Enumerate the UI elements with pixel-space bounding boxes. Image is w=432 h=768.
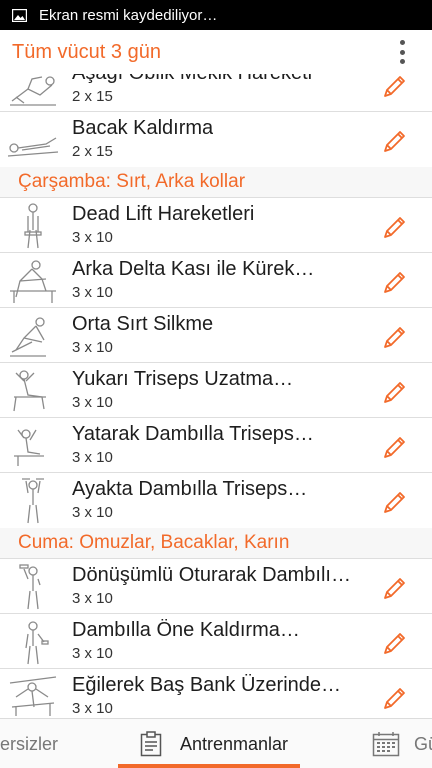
exercise-figure-icon <box>25 621 49 665</box>
edit-pencil-icon[interactable] <box>380 322 410 352</box>
exercise-figure-icon <box>19 564 41 610</box>
clipboard-icon <box>140 731 162 757</box>
exercise-sets: 2 x 15 <box>72 88 113 105</box>
tab-calendar[interactable]: Gü <box>372 719 432 768</box>
status-bar: Ekran resmi kaydediliyor… <box>0 0 432 30</box>
exercise-sets: 3 x 10 <box>72 394 113 411</box>
exercise-sets: 3 x 10 <box>72 645 113 662</box>
exercise-figure-icon <box>13 370 46 412</box>
exercise-figure-icon <box>7 137 59 157</box>
calendar-icon <box>372 732 400 757</box>
edit-pencil-icon[interactable] <box>380 432 410 462</box>
edit-pencil-icon[interactable] <box>380 126 410 156</box>
tab-exercises[interactable]: ersizler <box>0 719 58 768</box>
edit-pencil-icon[interactable] <box>380 487 410 517</box>
exercise-figure-icon <box>14 429 44 466</box>
list-item[interactable]: Ayakta Dambılla Triseps… 3 x 10 <box>0 472 432 527</box>
exercise-sets: 3 x 10 <box>72 590 113 607</box>
edit-pencil-icon[interactable] <box>380 377 410 407</box>
exercise-name: Orta Sırt Silkme <box>72 313 214 335</box>
exercise-name: Yatarak Dambılla Triseps… <box>72 423 314 445</box>
exercise-name: Arka Delta Kası ile Kürek… <box>72 258 315 280</box>
exercise-name: Ayakta Dambılla Triseps… <box>72 478 308 500</box>
active-tab-indicator <box>118 764 300 768</box>
tab-label: Gü <box>414 733 432 754</box>
exercise-sets: 2 x 15 <box>72 143 113 160</box>
workout-list[interactable]: Aşağı Oblik Mekik Hareketi 2 x 15 Bacak … <box>0 56 432 716</box>
exercise-sets: 3 x 10 <box>72 229 113 246</box>
edit-pencil-icon[interactable] <box>380 267 410 297</box>
list-item[interactable]: Yukarı Triseps Uzatma… 3 x 10 <box>0 362 432 417</box>
exercise-sets: 3 x 10 <box>72 449 113 466</box>
edit-pencil-icon[interactable] <box>380 683 410 713</box>
tab-label: Antrenmanlar <box>180 733 289 754</box>
exercise-name: Dead Lift Hareketleri <box>72 203 255 225</box>
edit-pencil-icon[interactable] <box>380 573 410 603</box>
exercise-sets: 3 x 10 <box>72 504 113 521</box>
more-vert-icon[interactable] <box>394 38 410 66</box>
tab-label: ersizler <box>0 733 59 754</box>
app-bar: Tüm vücut 3 gün <box>0 30 432 74</box>
list-item[interactable]: Eğilerek Baş Bank Üzerinde… 3 x 10 <box>0 668 432 716</box>
exercise-figure-icon <box>9 676 57 716</box>
exercise-figure-icon <box>10 260 56 303</box>
edit-pencil-icon[interactable] <box>380 628 410 658</box>
tab-workouts[interactable]: Antrenmanlar <box>140 719 288 768</box>
exercise-name: Eğilerek Baş Bank Üzerinde… <box>72 674 342 696</box>
exercise-name: Dönüşümlü Oturarak Dambılı… <box>72 564 351 586</box>
exercise-name: Bacak Kaldırma <box>72 117 214 139</box>
list-item[interactable]: Orta Sırt Silkme 3 x 10 <box>0 307 432 362</box>
list-item[interactable]: Yatarak Dambılla Triseps… 3 x 10 <box>0 417 432 472</box>
exercise-figure-icon <box>22 478 44 524</box>
list-item[interactable]: Bacak Kaldırma 2 x 15 <box>0 111 432 166</box>
status-text: Ekran resmi kaydediliyor… <box>39 6 218 24</box>
list-item[interactable]: Arka Delta Kası ile Kürek… 3 x 10 <box>0 252 432 307</box>
page-title: Tüm vücut 3 gün <box>12 40 161 63</box>
exercise-name: Yukarı Triseps Uzatma… <box>72 368 294 390</box>
edit-pencil-icon[interactable] <box>380 212 410 242</box>
exercise-figure-icon <box>10 317 46 357</box>
image-icon <box>12 8 27 22</box>
exercise-name: Dambılla Öne Kaldırma… <box>72 619 300 641</box>
list-item[interactable]: Dead Lift Hareketleri 3 x 10 <box>0 197 432 252</box>
exercise-figure-icon <box>24 203 42 249</box>
exercise-sets: 3 x 10 <box>72 339 113 356</box>
list-item[interactable]: Dambılla Öne Kaldırma… 3 x 10 <box>0 613 432 668</box>
exercise-sets: 3 x 10 <box>72 700 113 716</box>
bottom-navigation: ersizler Antrenmanlar Gü <box>0 718 432 768</box>
exercise-sets: 3 x 10 <box>72 284 113 301</box>
section-header: Cuma: Omuzlar, Bacaklar, Karın <box>0 528 432 558</box>
section-header: Çarşamba: Sırt, Arka kollar <box>0 167 432 197</box>
edit-pencil-icon[interactable] <box>380 71 410 101</box>
list-item[interactable]: Dönüşümlü Oturarak Dambılı… 3 x 10 <box>0 558 432 613</box>
